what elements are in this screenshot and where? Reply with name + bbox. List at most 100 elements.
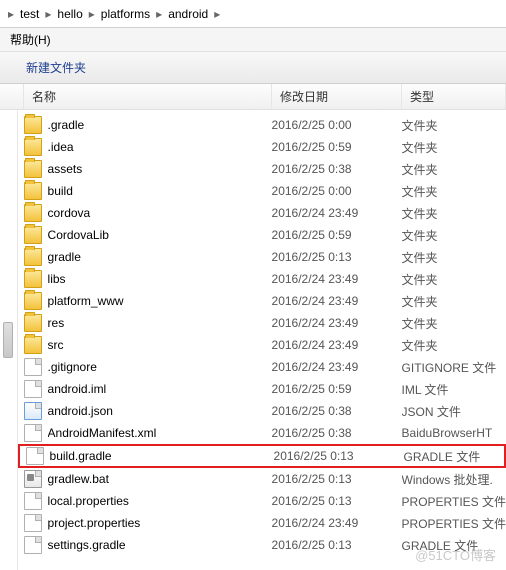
file-row[interactable]: libs2016/2/24 23:49文件夹 (18, 268, 506, 290)
file-icon (24, 358, 42, 376)
folder-icon (24, 182, 42, 200)
breadcrumb-item[interactable]: platforms (97, 7, 154, 21)
file-date: 2016/2/24 23:49 (272, 316, 402, 330)
file-row[interactable]: cordova2016/2/24 23:49文件夹 (18, 202, 506, 224)
file-name: gradlew.bat (48, 472, 272, 486)
column-date[interactable]: 修改日期 (272, 84, 402, 109)
file-name: android.iml (48, 382, 272, 396)
file-list: .gradle2016/2/25 0:00文件夹.idea2016/2/25 0… (18, 110, 506, 570)
file-type: 文件夹 (402, 293, 506, 310)
file-type: GITIGNORE 文件 (402, 359, 506, 376)
file-name: local.properties (48, 494, 272, 508)
file-type: 文件夹 (402, 315, 506, 332)
file-row[interactable]: local.properties2016/2/25 0:13PROPERTIES… (18, 490, 506, 512)
new-folder-button[interactable]: 新建文件夹 (18, 55, 94, 80)
column-name[interactable]: 名称 (24, 84, 272, 109)
file-type: 文件夹 (402, 205, 506, 222)
file-date: 2016/2/24 23:49 (272, 516, 402, 530)
file-type: 文件夹 (402, 183, 506, 200)
file-name: build (48, 184, 272, 198)
chevron-right-icon: ▸ (154, 7, 164, 21)
file-row[interactable]: assets2016/2/25 0:38文件夹 (18, 158, 506, 180)
breadcrumb-item[interactable]: hello (53, 7, 86, 21)
folder-icon (24, 314, 42, 332)
folder-icon (24, 226, 42, 244)
breadcrumb-item[interactable]: android (164, 7, 212, 21)
file-type: PROPERTIES 文件 (402, 493, 506, 510)
file-date: 2016/2/25 0:59 (272, 228, 402, 242)
folder-icon (24, 292, 42, 310)
file-row[interactable]: .gradle2016/2/25 0:00文件夹 (18, 114, 506, 136)
file-name: libs (48, 272, 272, 286)
folder-icon (24, 204, 42, 222)
file-date: 2016/2/24 23:49 (272, 360, 402, 374)
file-icon (24, 424, 42, 442)
file-date: 2016/2/25 0:38 (272, 404, 402, 418)
file-date: 2016/2/25 0:38 (272, 426, 402, 440)
file-row[interactable]: gradlew.bat2016/2/25 0:13Windows 批处理. (18, 468, 506, 490)
file-date: 2016/2/25 0:13 (272, 538, 402, 552)
file-type: 文件夹 (402, 139, 506, 156)
file-icon (24, 492, 42, 510)
column-headers: 名称 修改日期 类型 (0, 84, 506, 110)
file-row[interactable]: .gitignore2016/2/24 23:49GITIGNORE 文件 (18, 356, 506, 378)
folder-icon (24, 336, 42, 354)
file-name: AndroidManifest.xml (48, 426, 272, 440)
file-row[interactable]: platform_www2016/2/24 23:49文件夹 (18, 290, 506, 312)
file-row[interactable]: gradle2016/2/25 0:13文件夹 (18, 246, 506, 268)
column-spacer (0, 84, 24, 109)
column-type[interactable]: 类型 (402, 84, 506, 109)
file-type: IML 文件 (402, 381, 506, 398)
file-date: 2016/2/25 0:00 (272, 184, 402, 198)
file-name: assets (48, 162, 272, 176)
file-type: 文件夹 (402, 337, 506, 354)
file-name: res (48, 316, 272, 330)
file-row[interactable]: AndroidManifest.xml2016/2/25 0:38BaiduBr… (18, 422, 506, 444)
file-name: CordovaLib (48, 228, 272, 242)
breadcrumb-item[interactable]: test (16, 7, 43, 21)
file-row[interactable]: android.iml2016/2/25 0:59IML 文件 (18, 378, 506, 400)
file-row[interactable]: src2016/2/24 23:49文件夹 (18, 334, 506, 356)
file-name: cordova (48, 206, 272, 220)
scroll-thumb[interactable] (3, 322, 13, 358)
breadcrumb[interactable]: ▸ test ▸ hello ▸ platforms ▸ android ▸ (0, 0, 506, 28)
folder-icon (24, 138, 42, 156)
menu-help[interactable]: 帮助(H) (4, 29, 57, 50)
file-date: 2016/2/25 0:13 (272, 472, 402, 486)
file-type: 文件夹 (402, 227, 506, 244)
file-date: 2016/2/24 23:49 (272, 294, 402, 308)
file-type: BaiduBrowserHT (402, 426, 506, 440)
file-name: build.gradle (50, 449, 274, 463)
file-name: settings.gradle (48, 538, 272, 552)
watermark: @51CTO博客 (415, 545, 496, 564)
file-row[interactable]: project.properties2016/2/24 23:49PROPERT… (18, 512, 506, 534)
file-row[interactable]: res2016/2/24 23:49文件夹 (18, 312, 506, 334)
chevron-right-icon: ▸ (43, 7, 53, 21)
file-name: project.properties (48, 516, 272, 530)
file-name: .gitignore (48, 360, 272, 374)
file-icon (24, 536, 42, 554)
folder-icon (24, 116, 42, 134)
file-row[interactable]: build.gradle2016/2/25 0:13GRADLE 文件 (18, 444, 506, 468)
file-type: 文件夹 (402, 117, 506, 134)
content-area: .gradle2016/2/25 0:00文件夹.idea2016/2/25 0… (0, 110, 506, 570)
file-date: 2016/2/24 23:49 (272, 338, 402, 352)
chevron-right-icon: ▸ (6, 7, 16, 21)
file-row[interactable]: .idea2016/2/25 0:59文件夹 (18, 136, 506, 158)
chevron-right-icon: ▸ (87, 7, 97, 21)
file-name: platform_www (48, 294, 272, 308)
file-row[interactable]: android.json2016/2/25 0:38JSON 文件 (18, 400, 506, 422)
file-icon (24, 380, 42, 398)
folder-icon (24, 160, 42, 178)
file-row[interactable]: build2016/2/25 0:00文件夹 (18, 180, 506, 202)
file-name: src (48, 338, 272, 352)
file-type: 文件夹 (402, 161, 506, 178)
file-date: 2016/2/25 0:59 (272, 382, 402, 396)
file-date: 2016/2/24 23:49 (272, 272, 402, 286)
file-type: 文件夹 (402, 249, 506, 266)
file-date: 2016/2/25 0:38 (272, 162, 402, 176)
nav-scrollbar[interactable] (0, 110, 18, 570)
file-name: .gradle (48, 118, 272, 132)
file-type: Windows 批处理. (402, 471, 506, 488)
file-row[interactable]: CordovaLib2016/2/25 0:59文件夹 (18, 224, 506, 246)
